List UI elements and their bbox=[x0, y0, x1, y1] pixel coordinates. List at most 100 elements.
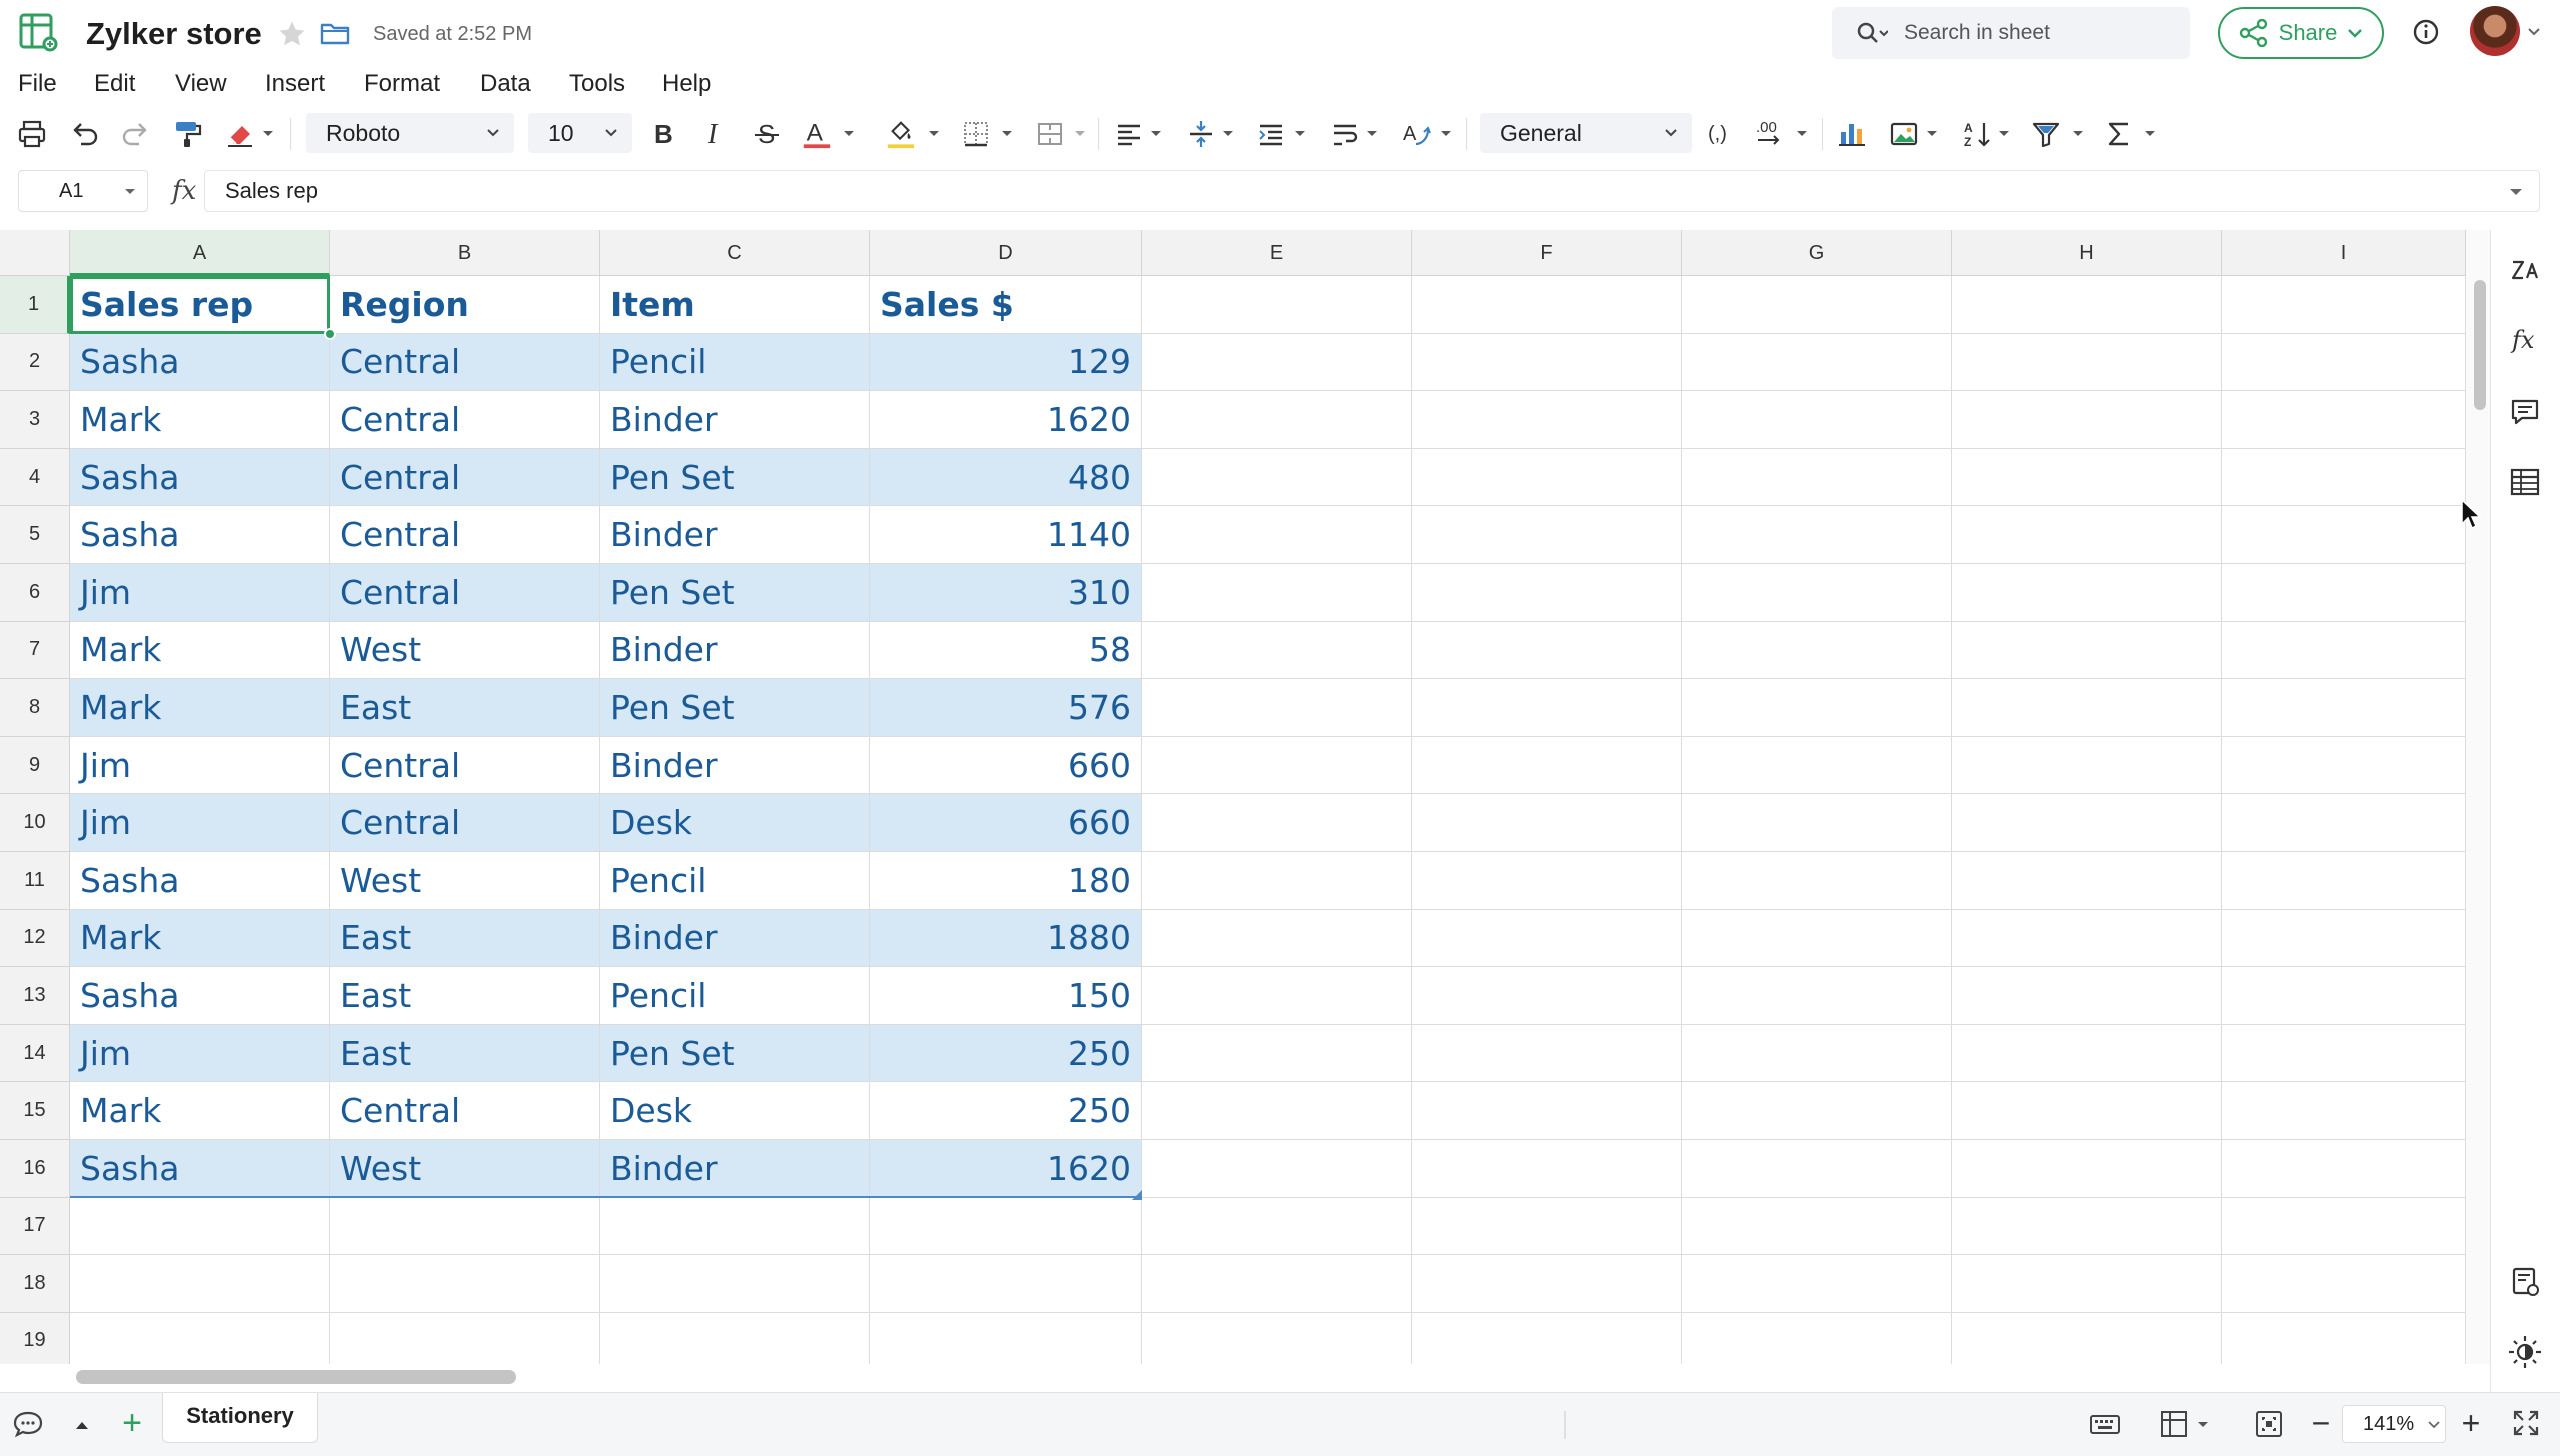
zoom-out-button[interactable]: − bbox=[2306, 1403, 2336, 1443]
cell-i18[interactable] bbox=[2222, 1255, 2466, 1313]
cell-b15[interactable]: Central bbox=[330, 1082, 600, 1140]
fill-color-caret-icon[interactable] bbox=[928, 130, 940, 138]
cell-g9[interactable] bbox=[1682, 736, 1952, 795]
formula-input[interactable]: Sales rep bbox=[204, 170, 2540, 212]
font-size-select[interactable]: 10 bbox=[528, 113, 632, 153]
cell-a7[interactable]: Mark bbox=[70, 621, 330, 680]
text-rotation-icon[interactable]: A bbox=[1400, 118, 1432, 150]
cell-h6[interactable] bbox=[1952, 563, 2222, 622]
cell-d4[interactable]: 480 bbox=[870, 448, 1142, 507]
zoom-in-button[interactable]: + bbox=[2456, 1403, 2486, 1443]
cell-e1[interactable] bbox=[1142, 276, 1412, 334]
cell-f16[interactable] bbox=[1412, 1139, 1682, 1198]
select-all-corner[interactable] bbox=[0, 230, 70, 276]
cell-e15[interactable] bbox=[1142, 1082, 1412, 1140]
sort-caret-icon[interactable] bbox=[1998, 130, 2010, 138]
italic-icon[interactable]: I bbox=[700, 118, 730, 150]
insert-image-icon[interactable] bbox=[1888, 118, 1920, 150]
fullscreen-icon[interactable] bbox=[2510, 1407, 2542, 1439]
row-header-10[interactable]: 10 bbox=[0, 794, 70, 852]
cell-g16[interactable] bbox=[1682, 1139, 1952, 1198]
merge-cells-caret-icon[interactable] bbox=[1074, 130, 1086, 138]
search-input[interactable] bbox=[1904, 17, 2174, 49]
cell-a19[interactable] bbox=[70, 1312, 330, 1364]
redo-icon[interactable] bbox=[120, 118, 152, 150]
cell-b5[interactable]: Central bbox=[330, 506, 600, 564]
cell-c3[interactable]: Binder bbox=[600, 391, 870, 449]
cell-b9[interactable]: Central bbox=[330, 736, 600, 795]
cell-h15[interactable] bbox=[1952, 1082, 2222, 1140]
freeze-panes-icon[interactable] bbox=[2158, 1407, 2192, 1441]
menu-insert[interactable]: Insert bbox=[265, 66, 325, 102]
cell-a10[interactable]: Jim bbox=[70, 794, 330, 852]
cell-a6[interactable]: Jim bbox=[70, 563, 330, 622]
cell-g3[interactable] bbox=[1682, 391, 1952, 449]
cell-i4[interactable] bbox=[2222, 448, 2466, 507]
row-header-1[interactable]: 1 bbox=[0, 276, 70, 334]
cell-b16[interactable]: West bbox=[330, 1139, 600, 1198]
text-color-icon[interactable]: A bbox=[800, 118, 834, 150]
cell-e19[interactable] bbox=[1142, 1312, 1412, 1364]
chat-comments-icon[interactable] bbox=[12, 1409, 44, 1439]
cell-d9[interactable]: 660 bbox=[870, 736, 1142, 795]
cell-c17[interactable] bbox=[600, 1197, 870, 1256]
cell-d19[interactable] bbox=[870, 1312, 1142, 1364]
cell-b19[interactable] bbox=[330, 1312, 600, 1364]
cell-h10[interactable] bbox=[1952, 794, 2222, 852]
cell-f5[interactable] bbox=[1412, 506, 1682, 564]
cell-a17[interactable] bbox=[70, 1197, 330, 1256]
row-header-9[interactable]: 9 bbox=[0, 736, 70, 795]
cell-b12[interactable]: East bbox=[330, 909, 600, 968]
column-header-d[interactable]: D bbox=[870, 230, 1142, 276]
row-header-11[interactable]: 11 bbox=[0, 851, 70, 910]
sort-icon[interactable]: AZ bbox=[1962, 118, 1994, 150]
merge-cells-icon[interactable] bbox=[1034, 118, 1066, 150]
cell-e14[interactable] bbox=[1142, 1024, 1412, 1083]
cell-c13[interactable]: Pencil bbox=[600, 967, 870, 1025]
user-avatar[interactable] bbox=[2470, 6, 2520, 56]
horizontal-align-icon[interactable] bbox=[1114, 118, 1144, 150]
menu-data[interactable]: Data bbox=[480, 66, 531, 102]
cell-a13[interactable]: Sasha bbox=[70, 967, 330, 1025]
cell-e8[interactable] bbox=[1142, 679, 1412, 737]
column-header-e[interactable]: E bbox=[1142, 230, 1412, 276]
cell-h12[interactable] bbox=[1952, 909, 2222, 968]
sum-icon[interactable] bbox=[2104, 118, 2134, 150]
cell-c8[interactable]: Pen Set bbox=[600, 679, 870, 737]
cell-a16[interactable]: Sasha bbox=[70, 1139, 330, 1198]
cell-f6[interactable] bbox=[1412, 563, 1682, 622]
name-box-chevron-down-icon[interactable] bbox=[124, 188, 136, 196]
cell-a11[interactable]: Sasha bbox=[70, 851, 330, 910]
add-sheet-button[interactable]: + bbox=[116, 1406, 148, 1440]
indent-caret-icon[interactable] bbox=[1294, 130, 1306, 138]
comments-panel-icon[interactable] bbox=[2505, 392, 2545, 432]
cell-a14[interactable]: Jim bbox=[70, 1024, 330, 1083]
fit-to-screen-icon[interactable] bbox=[2252, 1407, 2286, 1441]
cell-g13[interactable] bbox=[1682, 967, 1952, 1025]
cell-h9[interactable] bbox=[1952, 736, 2222, 795]
cell-g7[interactable] bbox=[1682, 621, 1952, 680]
cell-f14[interactable] bbox=[1412, 1024, 1682, 1083]
cell-d12[interactable]: 1880 bbox=[870, 909, 1142, 968]
cell-f10[interactable] bbox=[1412, 794, 1682, 852]
cell-a3[interactable]: Mark bbox=[70, 391, 330, 449]
cell-d10[interactable]: 660 bbox=[870, 794, 1142, 852]
sheet-settings-icon[interactable] bbox=[2505, 1262, 2545, 1302]
cell-d16[interactable]: 1620 bbox=[870, 1139, 1142, 1198]
text-rotation-caret-icon[interactable] bbox=[1440, 130, 1452, 138]
number-format-select[interactable]: General bbox=[1480, 113, 1692, 153]
menu-help[interactable]: Help bbox=[662, 66, 711, 102]
cell-h1[interactable] bbox=[1952, 276, 2222, 334]
cell-f13[interactable] bbox=[1412, 967, 1682, 1025]
cell-i12[interactable] bbox=[2222, 909, 2466, 968]
undo-icon[interactable] bbox=[68, 118, 100, 150]
cell-d1[interactable]: Sales $ bbox=[870, 276, 1142, 334]
zoom-chevron-down-icon[interactable] bbox=[2428, 1421, 2440, 1429]
decimal-places-icon[interactable]: .00 bbox=[1754, 118, 1790, 150]
cell-c12[interactable]: Binder bbox=[600, 909, 870, 968]
filter-caret-icon[interactable] bbox=[2072, 130, 2084, 138]
share-button[interactable]: Share bbox=[2218, 7, 2384, 59]
cell-e6[interactable] bbox=[1142, 563, 1412, 622]
print-icon[interactable] bbox=[16, 118, 48, 150]
cell-f7[interactable] bbox=[1412, 621, 1682, 680]
